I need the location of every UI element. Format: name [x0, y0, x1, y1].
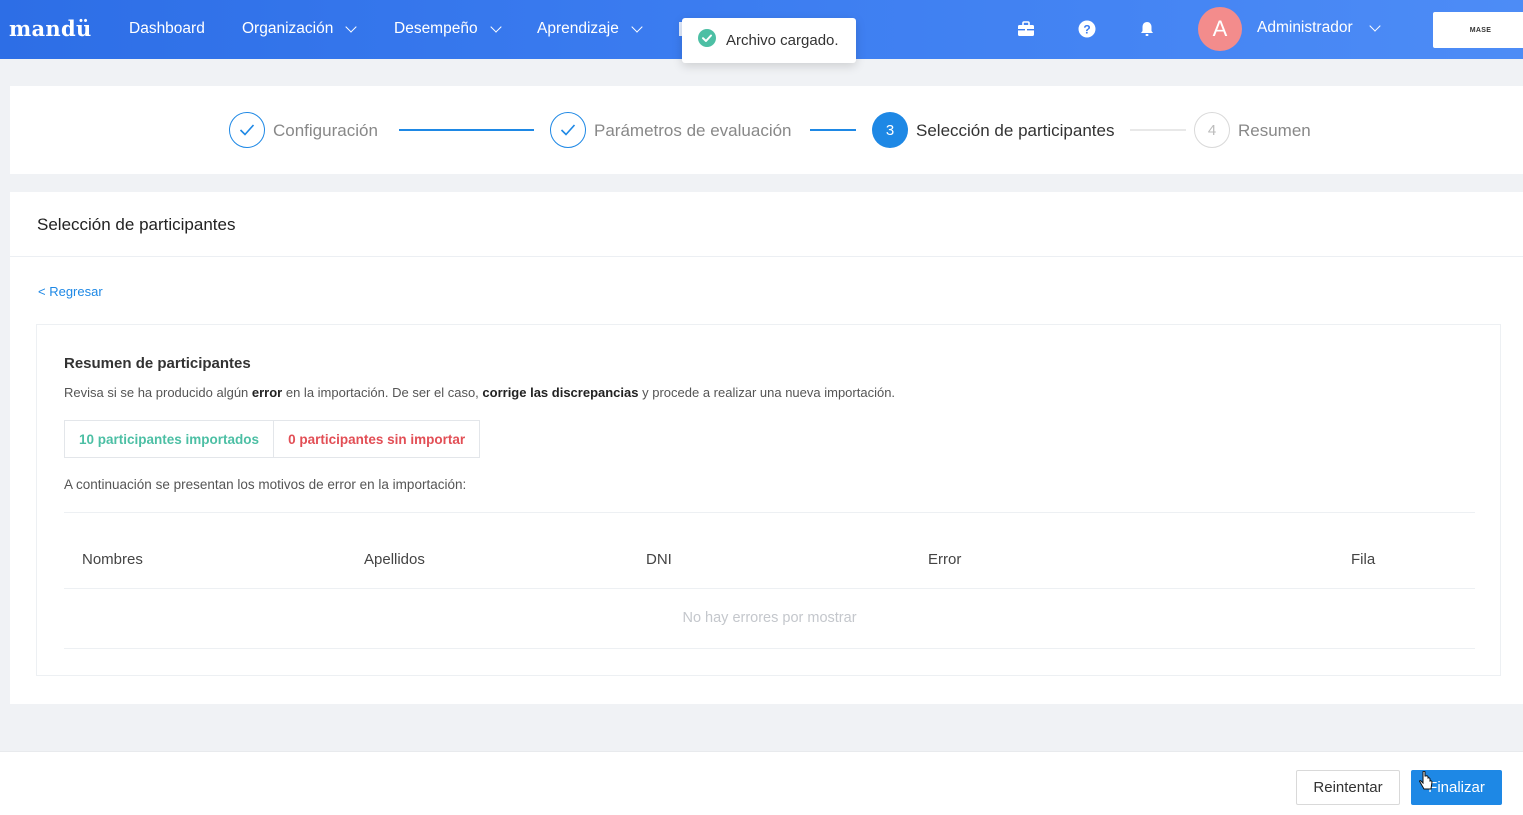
- help-icon[interactable]: ?: [1077, 19, 1097, 39]
- step-1-check-icon: [229, 112, 265, 148]
- page-title: Selección de participantes: [37, 215, 236, 234]
- nav-aprendizaje-label: Aprendizaje: [537, 20, 619, 37]
- table-empty-message: No hay errores por mostrar: [682, 610, 857, 626]
- avatar[interactable]: A: [1198, 7, 1242, 51]
- nav-desempeno[interactable]: Desempeño: [394, 20, 502, 38]
- chevron-down-icon: [1368, 19, 1381, 32]
- card-header: Selección de participantes: [10, 192, 1523, 257]
- column-header-apellidos: Apellidos: [364, 551, 425, 568]
- nav-organizacion-label: Organización: [242, 20, 334, 37]
- step-2-label: Parámetros de evaluación: [594, 121, 792, 140]
- chevron-down-icon: [489, 20, 502, 33]
- step-4-number: 4: [1194, 112, 1230, 148]
- nav-organizacion[interactable]: Organización: [242, 20, 357, 38]
- table-divider: [64, 512, 1475, 513]
- chevron-down-icon: [345, 20, 357, 33]
- chevron-down-icon: [631, 20, 643, 33]
- retry-button[interactable]: Reintentar: [1296, 770, 1400, 805]
- company-logo: MASE: [1433, 12, 1523, 48]
- wizard-steps: Configuración Parámetros de evaluación 3…: [10, 86, 1523, 174]
- summary-description: Revisa si se ha producido algún error en…: [64, 385, 895, 400]
- nav-aprendizaje[interactable]: Aprendizaje: [537, 20, 643, 38]
- nav-dashboard-label: Dashboard: [129, 20, 205, 37]
- bell-icon[interactable]: [1137, 19, 1157, 39]
- summary-desc-bold: error: [251, 385, 283, 400]
- briefcase-icon[interactable]: [1016, 19, 1036, 39]
- step-connector: [810, 129, 856, 131]
- nav-desempeno-label: Desempeño: [394, 20, 478, 37]
- import-counts: 10 participantes importados 0 participan…: [64, 420, 481, 458]
- step-2-check-icon: [550, 112, 586, 148]
- user-name: Administrador: [1257, 19, 1353, 36]
- summary-desc-text: y procede a realizar una nueva importaci…: [638, 385, 896, 400]
- table-divider: [64, 588, 1475, 589]
- step-connector: [1130, 129, 1186, 131]
- summary-desc-bold: corrige las discrepancias: [482, 385, 639, 400]
- step-3-number: 3: [872, 112, 908, 148]
- column-header-fila: Fila: [1351, 551, 1376, 568]
- summary-panel: Resumen de participantes Revisa si se ha…: [36, 324, 1501, 676]
- back-link[interactable]: < Regresar: [38, 284, 103, 299]
- footer-actions: Reintentar Finalizar: [0, 751, 1523, 815]
- step-1-label: Configuración: [273, 121, 378, 140]
- svg-text:?: ?: [1083, 23, 1090, 37]
- mouse-cursor-icon: [1419, 770, 1433, 796]
- step-connector: [399, 129, 534, 131]
- column-header-error: Error: [928, 551, 962, 568]
- step-3-label: Selección de participantes: [916, 121, 1115, 140]
- toast-text: Archivo cargado.: [726, 32, 839, 49]
- summary-title: Resumen de participantes: [64, 355, 251, 372]
- user-menu[interactable]: Administrador: [1257, 19, 1381, 37]
- app-logo[interactable]: mandü: [9, 16, 92, 41]
- nav-dashboard[interactable]: Dashboard: [129, 20, 205, 38]
- summary-desc-text: en la importación. De ser el caso,: [282, 385, 483, 400]
- errors-intro: A continuación se presentan los motivos …: [64, 477, 467, 492]
- toast-notification: Archivo cargado.: [682, 18, 856, 63]
- column-header-dni: DNI: [646, 551, 672, 568]
- step-4-label: Resumen: [1238, 121, 1311, 140]
- participants-card: Selección de participantes < Regresar Re…: [10, 192, 1523, 704]
- table-divider: [64, 648, 1475, 649]
- check-circle-icon: [698, 29, 716, 52]
- imported-count-badge: 10 participantes importados: [64, 420, 275, 458]
- summary-desc-text: Revisa si se ha producido algún: [64, 385, 252, 400]
- not-imported-count-badge: 0 participantes sin importar: [274, 420, 481, 458]
- column-header-nombres: Nombres: [82, 551, 143, 568]
